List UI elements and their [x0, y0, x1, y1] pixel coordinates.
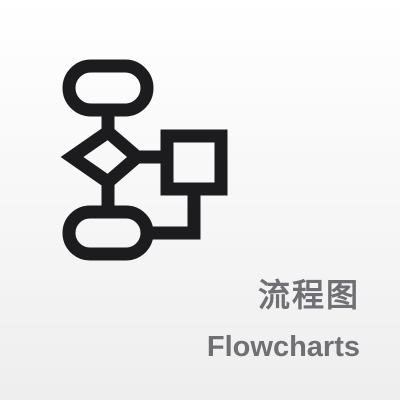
flowchart-start-node — [62, 59, 154, 117]
flowchart-process-node — [160, 129, 228, 196]
flowchart-connector — [147, 189, 201, 240]
flowchart-decision-node — [60, 123, 147, 191]
flowchart-end-node — [62, 205, 154, 261]
tile-title-english: Flowcharts — [206, 331, 360, 363]
app-tile-flowcharts[interactable]: 流程图 Flowcharts — [0, 0, 400, 400]
tile-title-chinese: 流程图 — [257, 276, 360, 314]
